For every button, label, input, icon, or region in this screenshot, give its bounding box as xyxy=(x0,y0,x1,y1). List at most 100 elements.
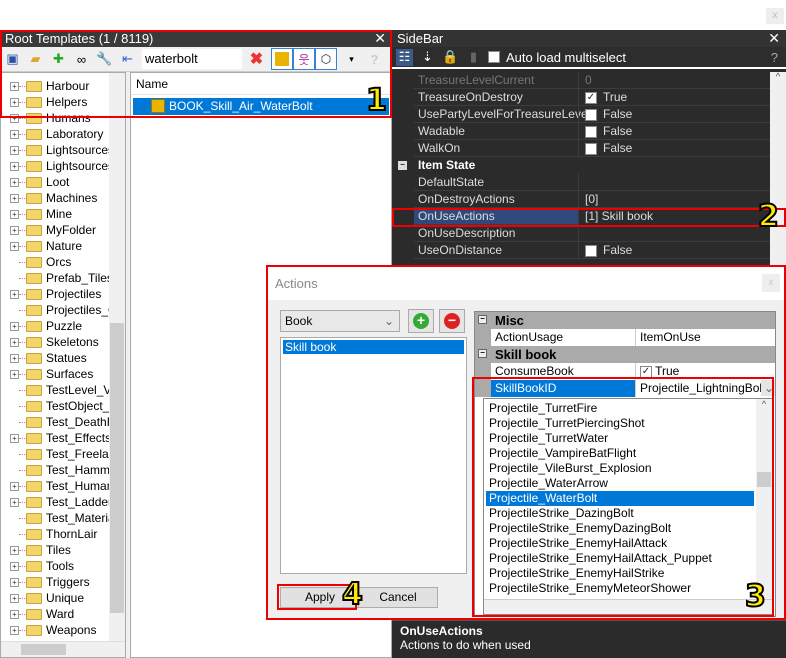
expand-icon[interactable]: + xyxy=(10,242,19,251)
category-item-state[interactable]: − Item State xyxy=(392,157,770,174)
tree-item[interactable]: + Nature xyxy=(1,238,111,254)
dropdown-option[interactable]: Projectile_TurretWater xyxy=(486,431,754,446)
tree-item[interactable]: + Lightsources xyxy=(1,142,111,158)
folder-tree[interactable]: + Harbour + Helpers + Humans + Laboratory + Light… xyxy=(0,72,126,658)
expand-icon[interactable]: + xyxy=(10,434,19,443)
close-icon[interactable]: ✕ xyxy=(374,30,386,47)
collapse-icon[interactable]: − xyxy=(398,161,407,170)
checkbox[interactable]: ✓ xyxy=(585,91,597,104)
expand-icon[interactable]: + xyxy=(10,210,19,219)
page-icon[interactable]: ▮ xyxy=(465,49,482,66)
tree-item[interactable]: Test_Materia xyxy=(1,510,111,526)
tree-item[interactable]: Prefab_Tiles xyxy=(1,270,111,286)
checkbox[interactable] xyxy=(585,244,597,257)
property-row[interactable]: TreasureLevelCurrent 0 xyxy=(414,72,770,89)
binoculars-icon[interactable]: ∞ xyxy=(73,51,90,68)
close-icon[interactable]: ✕ xyxy=(768,30,780,47)
window-close-button[interactable]: x xyxy=(766,8,784,24)
expand-icon[interactable]: + xyxy=(10,146,19,155)
tree-item[interactable]: + Unique xyxy=(1,590,111,606)
tree-item[interactable]: TestObject_M xyxy=(1,398,111,414)
tree-item[interactable]: + Test_Humans xyxy=(1,478,111,494)
tree-item[interactable]: + Loot xyxy=(1,174,111,190)
dropdown-option[interactable]: Projectile_VampireBatFlight xyxy=(486,446,754,461)
tree-item[interactable]: TestLevel_Vi xyxy=(1,382,111,398)
auto-load-checkbox[interactable] xyxy=(488,51,500,63)
tree-item[interactable]: + Projectiles xyxy=(1,286,111,302)
expand-icon[interactable]: + xyxy=(10,114,19,123)
skillbookid-select[interactable]: Projectile_LightningBolt ⌄ xyxy=(635,380,775,397)
collapse-icon[interactable]: − xyxy=(478,349,487,358)
property-row[interactable]: TreasureOnDestroy ✓ True xyxy=(414,89,770,106)
property-row[interactable]: Wadable False xyxy=(414,123,770,140)
search-input[interactable]: waterbolt xyxy=(142,49,242,69)
categorized-icon[interactable]: ☷ xyxy=(396,48,413,66)
expand-icon[interactable]: + xyxy=(10,354,19,363)
list-item[interactable]: Skill book xyxy=(283,340,464,354)
filter-items-toggle[interactable] xyxy=(271,48,293,70)
dropdown-option[interactable]: ProjectileStrike_DazingBolt xyxy=(486,506,754,521)
tree-item[interactable]: + Helpers xyxy=(1,94,111,110)
filter-scenery-toggle[interactable]: ⬡ xyxy=(315,48,337,70)
tree-item[interactable]: Test_Freelan xyxy=(1,446,111,462)
expand-icon[interactable]: + xyxy=(10,98,19,107)
expand-icon[interactable]: + xyxy=(10,498,19,507)
checkbox[interactable] xyxy=(585,108,597,121)
dropdown-icon[interactable]: ▾ xyxy=(343,51,360,68)
dropdown-option[interactable]: ProjectileStrike_EnemyHailAttack_Puppet xyxy=(486,551,754,566)
expand-icon[interactable]: + xyxy=(10,82,19,91)
dropdown-option[interactable]: ProjectileStrike_EnemyHailAttack xyxy=(486,536,754,551)
tree-item[interactable]: Projectiles_O xyxy=(1,302,111,318)
property-row[interactable]: UseOnDistance False xyxy=(414,242,770,259)
tree-item[interactable]: Orcs xyxy=(1,254,111,270)
dropdown-option[interactable]: Projectile_WaterBolt xyxy=(486,491,754,506)
checkbox[interactable] xyxy=(585,142,597,155)
expand-icon[interactable]: + xyxy=(10,562,19,571)
expand-icon[interactable]: + xyxy=(10,162,19,171)
tree-item[interactable]: ThornLair xyxy=(1,526,111,542)
expand-icon[interactable]: + xyxy=(10,178,19,187)
property-row[interactable]: DefaultState xyxy=(414,174,770,191)
list-item[interactable]: BOOK_Skill_Air_WaterBolt xyxy=(133,98,389,115)
help-icon[interactable]: ? xyxy=(366,51,383,68)
help-icon[interactable]: ? xyxy=(771,50,778,65)
clear-search-icon[interactable]: ✖ xyxy=(248,51,265,68)
consume-checkbox[interactable]: ✓ xyxy=(640,365,652,378)
dropdown-option[interactable]: ProjectileStrike_EnemyDazingBolt xyxy=(486,521,754,536)
expand-icon[interactable]: + xyxy=(10,610,19,619)
property-scrollbar[interactable]: ^ xyxy=(770,72,786,266)
property-row[interactable]: UsePartyLevelForTreasureLevel False xyxy=(414,106,770,123)
tree-item[interactable]: + Lightsources_ xyxy=(1,158,111,174)
filter-characters-toggle[interactable]: 웃 xyxy=(293,48,315,70)
property-row[interactable]: OnDestroyActions [0] xyxy=(414,191,770,208)
tree-item[interactable]: + Laboratory xyxy=(1,126,111,142)
dropdown-option[interactable]: ProjectileStrike_EnemyHailStrike xyxy=(486,566,754,581)
property-row-selected[interactable]: SkillBookID Projectile_LightningBolt ⌄ xyxy=(475,380,775,397)
dropdown-option[interactable]: Projectile_WaterArrow xyxy=(486,476,754,491)
remove-action-button[interactable]: − xyxy=(439,309,465,333)
collapse-icon[interactable]: ⇤ xyxy=(119,51,136,68)
dropdown-scrollbar[interactable]: ^ xyxy=(756,399,772,599)
chevron-down-icon[interactable]: ⌄ xyxy=(761,380,775,396)
expand-icon[interactable]: + xyxy=(10,290,19,299)
expand-icon[interactable]: + xyxy=(10,130,19,139)
dropdown-option[interactable]: Projectile_TurretPiercingShot xyxy=(486,416,754,431)
tree-item[interactable]: + Skeletons xyxy=(1,334,111,350)
tree-item[interactable]: + MyFolder xyxy=(1,222,111,238)
property-row[interactable]: WalkOn False xyxy=(414,140,770,157)
save-icon[interactable]: ▣ xyxy=(4,51,21,68)
tree-item[interactable]: + Humans xyxy=(1,110,111,126)
action-property-grid[interactable]: − Misc ActionUsage ItemOnUse − Skill book C… xyxy=(474,311,776,617)
tree-item[interactable]: + Triggers xyxy=(1,574,111,590)
skillbookid-dropdown[interactable]: ^ Projectile_TurretFire Projectile_Turret… xyxy=(483,398,773,615)
tree-item[interactable]: + Machines xyxy=(1,190,111,206)
property-row[interactable]: ActionUsage ItemOnUse xyxy=(475,329,775,346)
tree-item[interactable]: Test_Hamme xyxy=(1,462,111,478)
action-type-select[interactable]: Book ⌄ xyxy=(280,310,400,332)
property-row[interactable]: OnUseDescription xyxy=(414,225,770,242)
tree-item[interactable]: + Surfaces xyxy=(1,366,111,382)
dropdown-option[interactable]: Projectile_VileBurst_Explosion xyxy=(486,461,754,476)
tree-item[interactable]: + Mine xyxy=(1,206,111,222)
tree-item[interactable]: + Tools xyxy=(1,558,111,574)
expand-icon[interactable]: + xyxy=(10,322,19,331)
